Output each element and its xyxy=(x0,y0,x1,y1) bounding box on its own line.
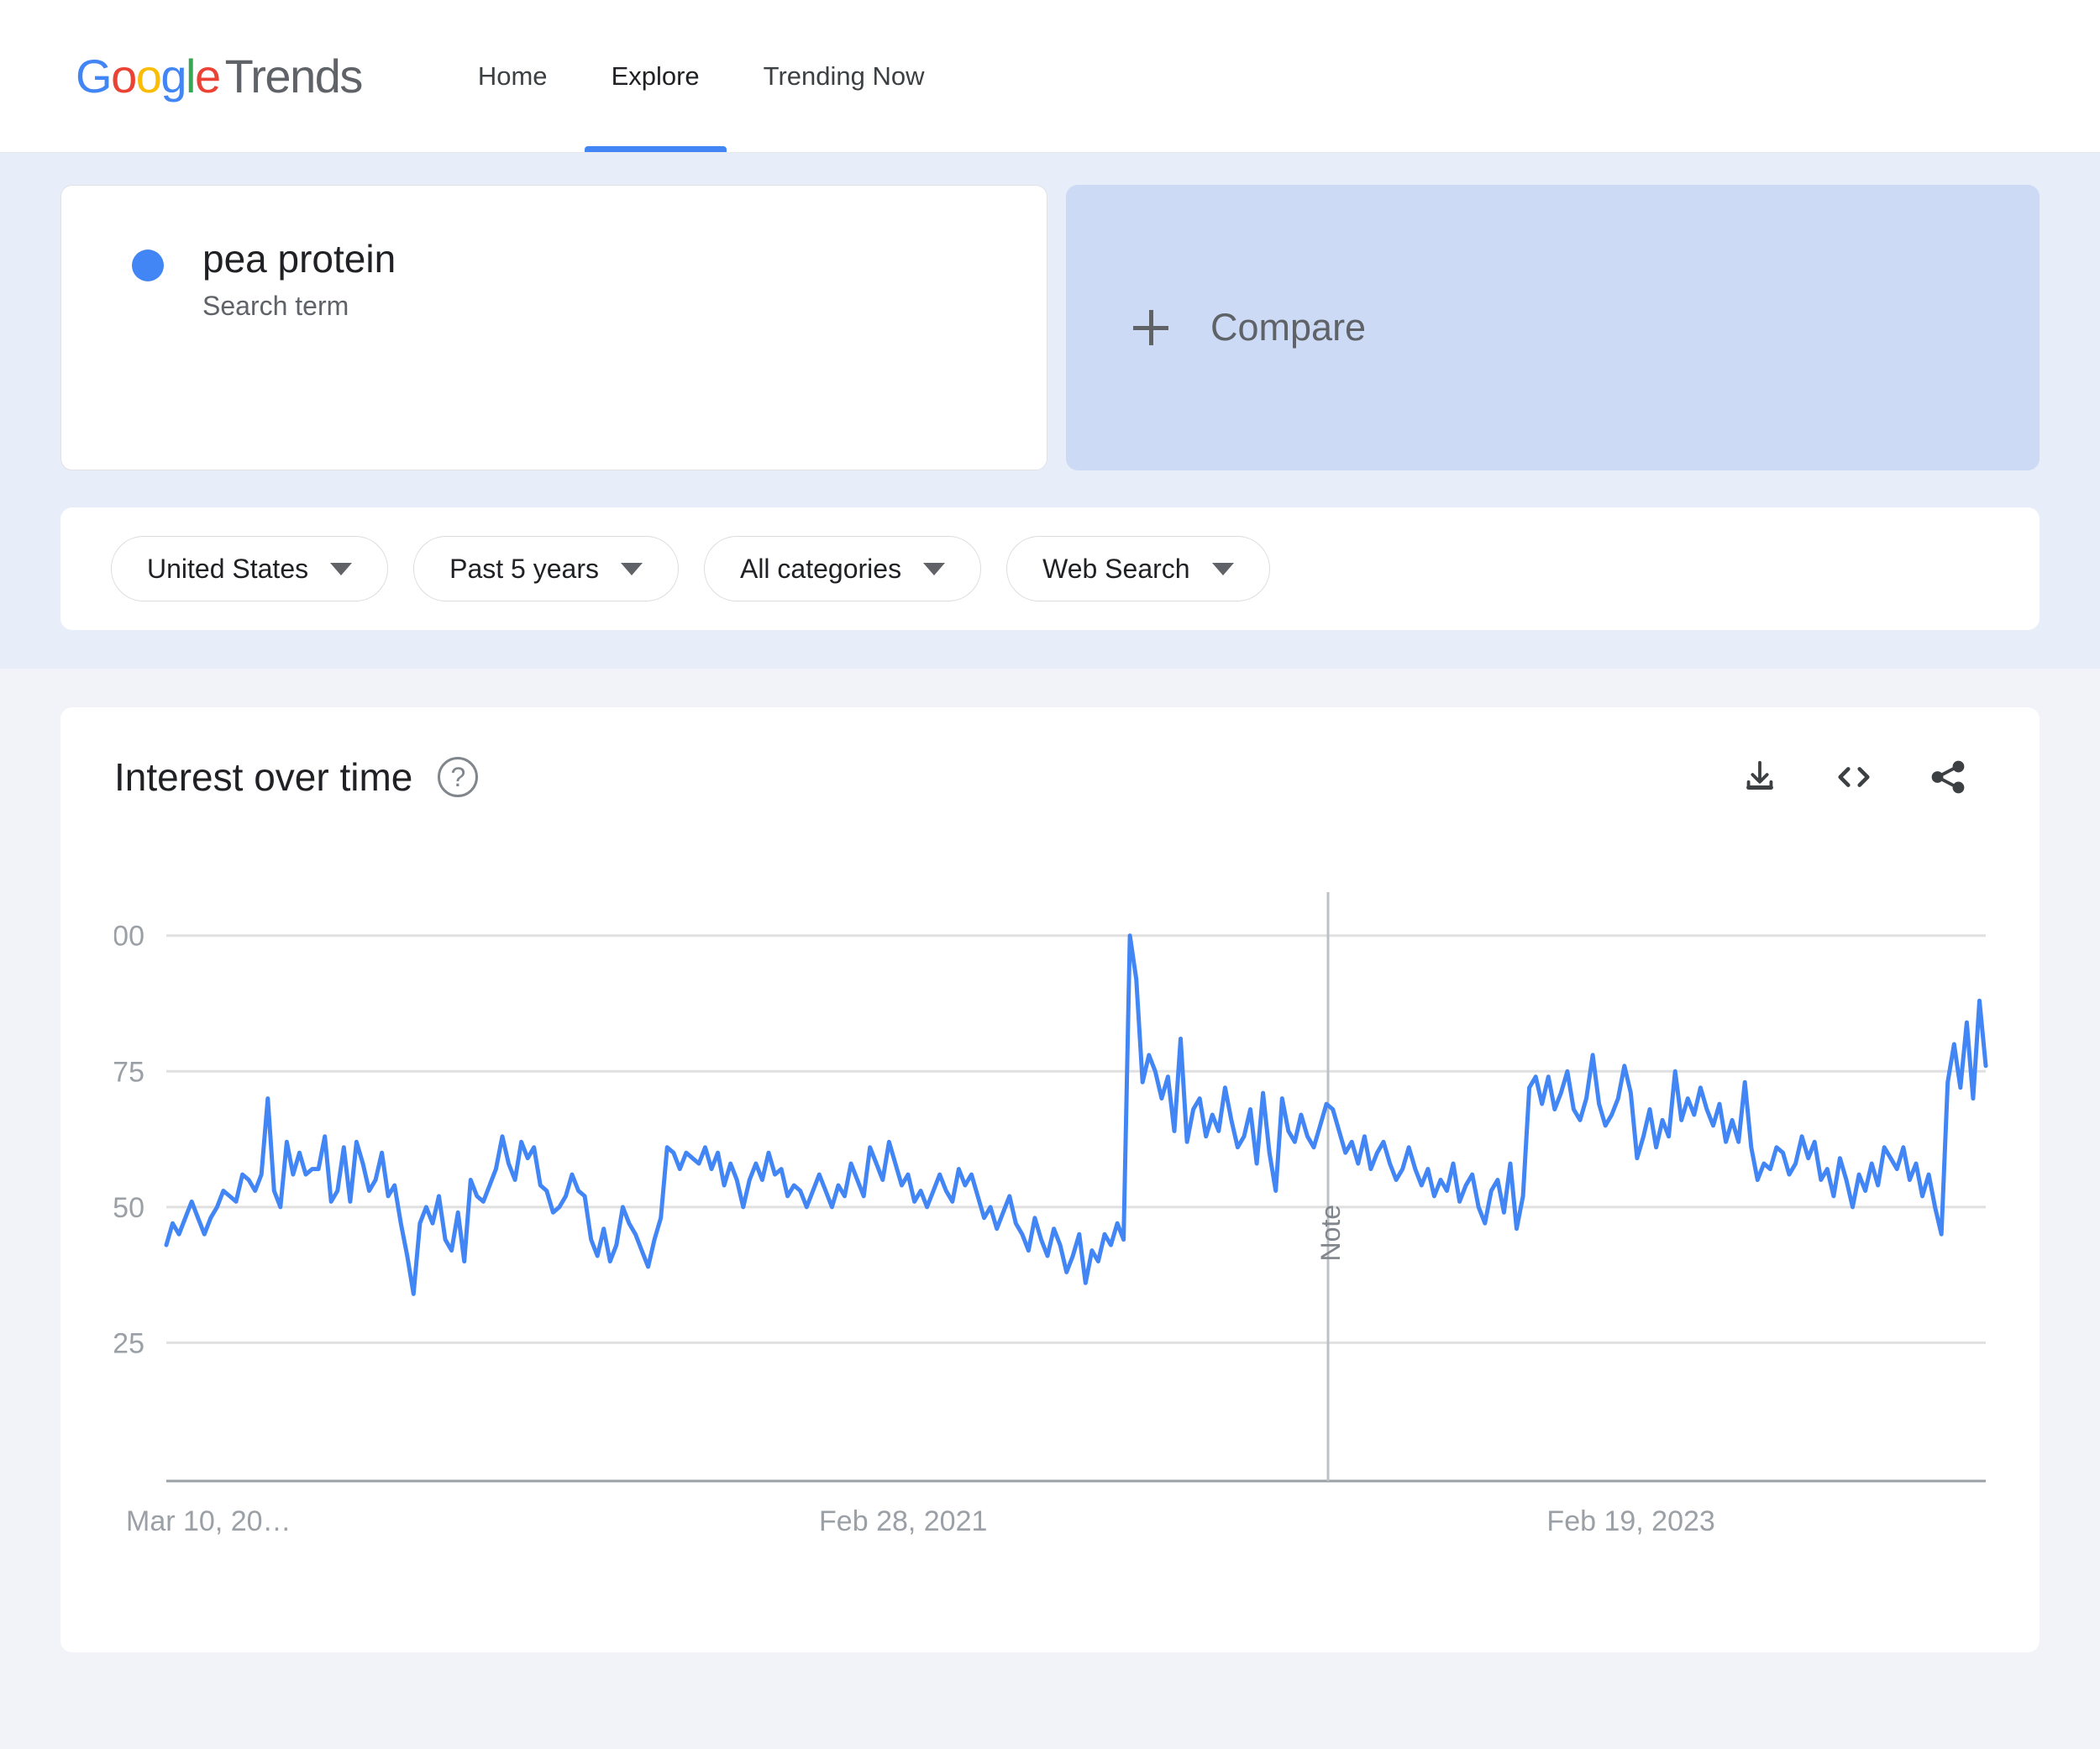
filter-location-label: United States xyxy=(147,553,309,584)
annotation-label: Note xyxy=(1315,1205,1346,1262)
help-circle-icon[interactable]: ? xyxy=(438,757,479,797)
top-navigation-bar: Google Trends Home Explore Trending Now xyxy=(0,0,2100,153)
compare-button[interactable]: Compare xyxy=(1066,185,2040,470)
nav-item-home[interactable]: Home xyxy=(446,0,580,152)
line-chart-svg: 25 50 75 100 Note Mar 10, 20… Feb 28, 2021 Feb … xyxy=(114,892,1988,1537)
download-icon[interactable] xyxy=(1740,758,1779,796)
y-axis-tick-label: 75 xyxy=(114,1056,144,1088)
chart-title: Interest over time xyxy=(114,755,413,799)
chart-title-wrap: Interest over time ? xyxy=(114,754,479,800)
embed-code-icon[interactable] xyxy=(1833,758,1875,796)
chevron-down-icon xyxy=(1211,562,1234,575)
series-line-pea-protein xyxy=(164,933,1988,1296)
search-term-value: pea protein xyxy=(202,237,396,281)
chevron-down-icon xyxy=(923,562,946,575)
nav-label-home: Home xyxy=(477,60,548,91)
x-axis-tick-label: Mar 10, 20… xyxy=(126,1505,291,1537)
query-band: pea protein Search term Compare xyxy=(0,153,2100,507)
nav-item-explore[interactable]: Explore xyxy=(580,0,732,152)
main-content: Interest over time ? 25 50 75 00 Note Ma… xyxy=(0,669,2100,1652)
filter-search-type-label: Web Search xyxy=(1042,553,1190,584)
filter-search-type[interactable]: Web Search xyxy=(1006,536,1270,601)
chart-header: Interest over time ? xyxy=(114,754,1986,800)
filter-band: United States Past 5 years All categorie… xyxy=(0,507,2100,669)
compare-label: Compare xyxy=(1210,306,1367,349)
nav-item-trending-now[interactable]: Trending Now xyxy=(732,0,957,152)
plus-icon xyxy=(1133,310,1168,345)
y-axis-tick-label: 25 xyxy=(114,1327,144,1359)
y-axis-tick-label: 100 xyxy=(114,921,144,953)
search-term-type-label: Search term xyxy=(202,290,349,321)
interest-over-time-plot[interactable]: 25 50 75 100 Note Mar 10, 20… Feb 28, 2021 Feb … xyxy=(114,880,1988,1594)
filter-time-range[interactable]: Past 5 years xyxy=(413,536,679,601)
nav-label-explore: Explore xyxy=(611,60,700,91)
search-term-text: pea protein Search term xyxy=(202,234,396,322)
google-trends-logo[interactable]: Google Trends xyxy=(76,49,364,103)
search-term-card[interactable]: pea protein Search term xyxy=(60,185,1047,470)
chevron-down-icon xyxy=(620,562,643,575)
filter-category-label: All categories xyxy=(739,553,902,584)
x-axis-tick-label: Feb 19, 2023 xyxy=(1546,1505,1714,1537)
chevron-down-icon xyxy=(330,562,353,575)
filter-category[interactable]: All categories xyxy=(703,536,982,601)
y-axis-tick-label: 50 xyxy=(114,1192,144,1224)
x-axis-tick-label: Feb 28, 2021 xyxy=(819,1505,987,1537)
filter-location[interactable]: United States xyxy=(111,536,389,601)
main-nav: Home Explore Trending Now xyxy=(446,0,957,152)
chart-actions xyxy=(1740,758,1986,796)
filter-bar: United States Past 5 years All categorie… xyxy=(60,507,2040,630)
nav-label-trending-now: Trending Now xyxy=(763,60,925,91)
interest-over-time-card: Interest over time ? 25 50 75 00 Note Ma… xyxy=(60,707,2040,1652)
query-row: pea protein Search term Compare xyxy=(60,185,2040,470)
share-icon[interactable] xyxy=(1929,758,1967,796)
filter-time-range-label: Past 5 years xyxy=(449,553,599,584)
logo-trends-text: Trends xyxy=(224,50,364,102)
series-color-dot xyxy=(132,249,164,281)
